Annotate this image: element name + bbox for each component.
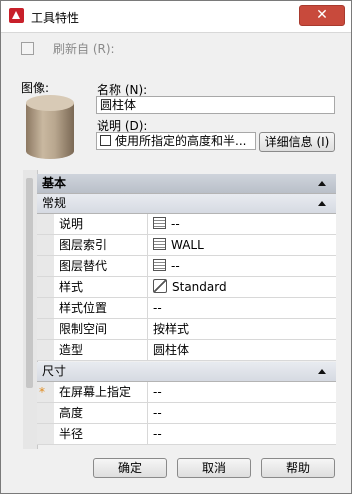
section-basic[interactable]: 基本 [37, 174, 336, 194]
property-value[interactable]: -- [153, 403, 162, 423]
property-value[interactable]: 圆柱体 [153, 340, 189, 360]
description-text: 使用所指定的高度和半... [115, 134, 247, 148]
collapse-caret-icon[interactable] [318, 369, 326, 374]
row-gutter [37, 403, 54, 423]
row-gutter [37, 214, 54, 234]
property-name: 图层索引 [59, 235, 148, 255]
property-value[interactable]: -- [153, 298, 162, 318]
refresh-label: 刷新自 (R): [53, 42, 115, 56]
grid-scrollbar[interactable] [23, 170, 38, 449]
property-name: 样式位置 [59, 298, 148, 318]
value-text: -- [171, 259, 180, 273]
required-marker-icon: * [39, 385, 45, 399]
property-value[interactable]: -- [153, 256, 180, 276]
property-value[interactable]: -- [153, 424, 162, 444]
description-input[interactable]: 使用所指定的高度和半... [96, 132, 256, 150]
description-icon [100, 135, 111, 146]
row-gutter [37, 235, 54, 255]
details-button[interactable]: 详细信息 (I) [259, 132, 335, 152]
property-name: 造型 [59, 340, 148, 360]
property-row-layer-override[interactable]: 图层替代 -- [37, 256, 336, 277]
value-text: WALL [171, 238, 204, 252]
section-general[interactable]: 常规 [37, 194, 336, 214]
property-value[interactable]: -- [153, 382, 162, 402]
refresh-checkbox[interactable] [21, 42, 34, 55]
ok-button[interactable]: 确定 [93, 458, 167, 478]
title-bar[interactable]: 工具特性 ✕ [1, 1, 351, 33]
grid-icon [153, 259, 166, 271]
property-name: 高度 [59, 403, 148, 423]
style-icon [153, 279, 167, 293]
collapse-caret-icon[interactable] [318, 181, 326, 186]
scrollbar-thumb[interactable] [26, 178, 33, 388]
row-gutter [37, 340, 54, 360]
property-row-description[interactable]: 说明 -- [37, 214, 336, 235]
close-button[interactable]: ✕ [299, 5, 345, 26]
value-text: Standard [172, 280, 227, 294]
property-name: 说明 [59, 214, 148, 234]
property-row-radius[interactable]: 半径 -- [37, 424, 336, 445]
row-gutter [37, 277, 54, 297]
grid-icon [153, 238, 166, 250]
property-row-layer-index[interactable]: 图层索引 WALL [37, 235, 336, 256]
property-value[interactable]: -- [153, 214, 180, 234]
row-gutter [37, 256, 54, 276]
property-row-style[interactable]: 样式 Standard [37, 277, 336, 298]
property-name: 样式 [59, 277, 148, 297]
property-row-bounded-space[interactable]: 限制空间 按样式 [37, 319, 336, 340]
name-input[interactable]: 圆柱体 [96, 96, 335, 114]
property-row-specify-on-screen[interactable]: * 在屏幕上指定 -- [37, 382, 336, 403]
property-row-style-location[interactable]: 样式位置 -- [37, 298, 336, 319]
property-name: 半径 [59, 424, 148, 444]
section-general-label: 常规 [42, 196, 67, 210]
row-gutter [37, 319, 54, 339]
property-name: 图层替代 [59, 256, 148, 276]
section-dimensions-label: 尺寸 [42, 364, 67, 378]
property-name: 限制空间 [59, 319, 148, 339]
row-gutter [37, 424, 54, 444]
cancel-button[interactable]: 取消 [177, 458, 251, 478]
app-logo-icon [9, 8, 24, 23]
window-title: 工具特性 [31, 11, 80, 25]
grid-icon [153, 217, 166, 229]
section-dimensions[interactable]: 尺寸 [37, 362, 336, 382]
property-value[interactable]: 按样式 [153, 319, 189, 339]
cylinder-preview-image [26, 95, 74, 159]
help-button[interactable]: 帮助 [261, 458, 335, 478]
property-row-height[interactable]: 高度 -- [37, 403, 336, 424]
property-value[interactable]: WALL [153, 235, 204, 255]
tool-properties-dialog: 工具特性 ✕ 刷新自 (R): 图像: 名称 (N): 圆柱体 说明 (D): … [0, 0, 352, 494]
property-value[interactable]: Standard [153, 277, 227, 297]
collapse-caret-icon[interactable] [318, 201, 326, 206]
row-gutter [37, 298, 54, 318]
property-row-shape[interactable]: 造型 圆柱体 [37, 340, 336, 361]
property-name: 在屏幕上指定 [59, 382, 148, 402]
value-text: -- [171, 217, 180, 231]
section-basic-label: 基本 [42, 176, 67, 190]
property-grid: 基本 常规 说明 -- 图层索引 WALL 图层替代 -- 样式 Standar… [23, 170, 336, 449]
